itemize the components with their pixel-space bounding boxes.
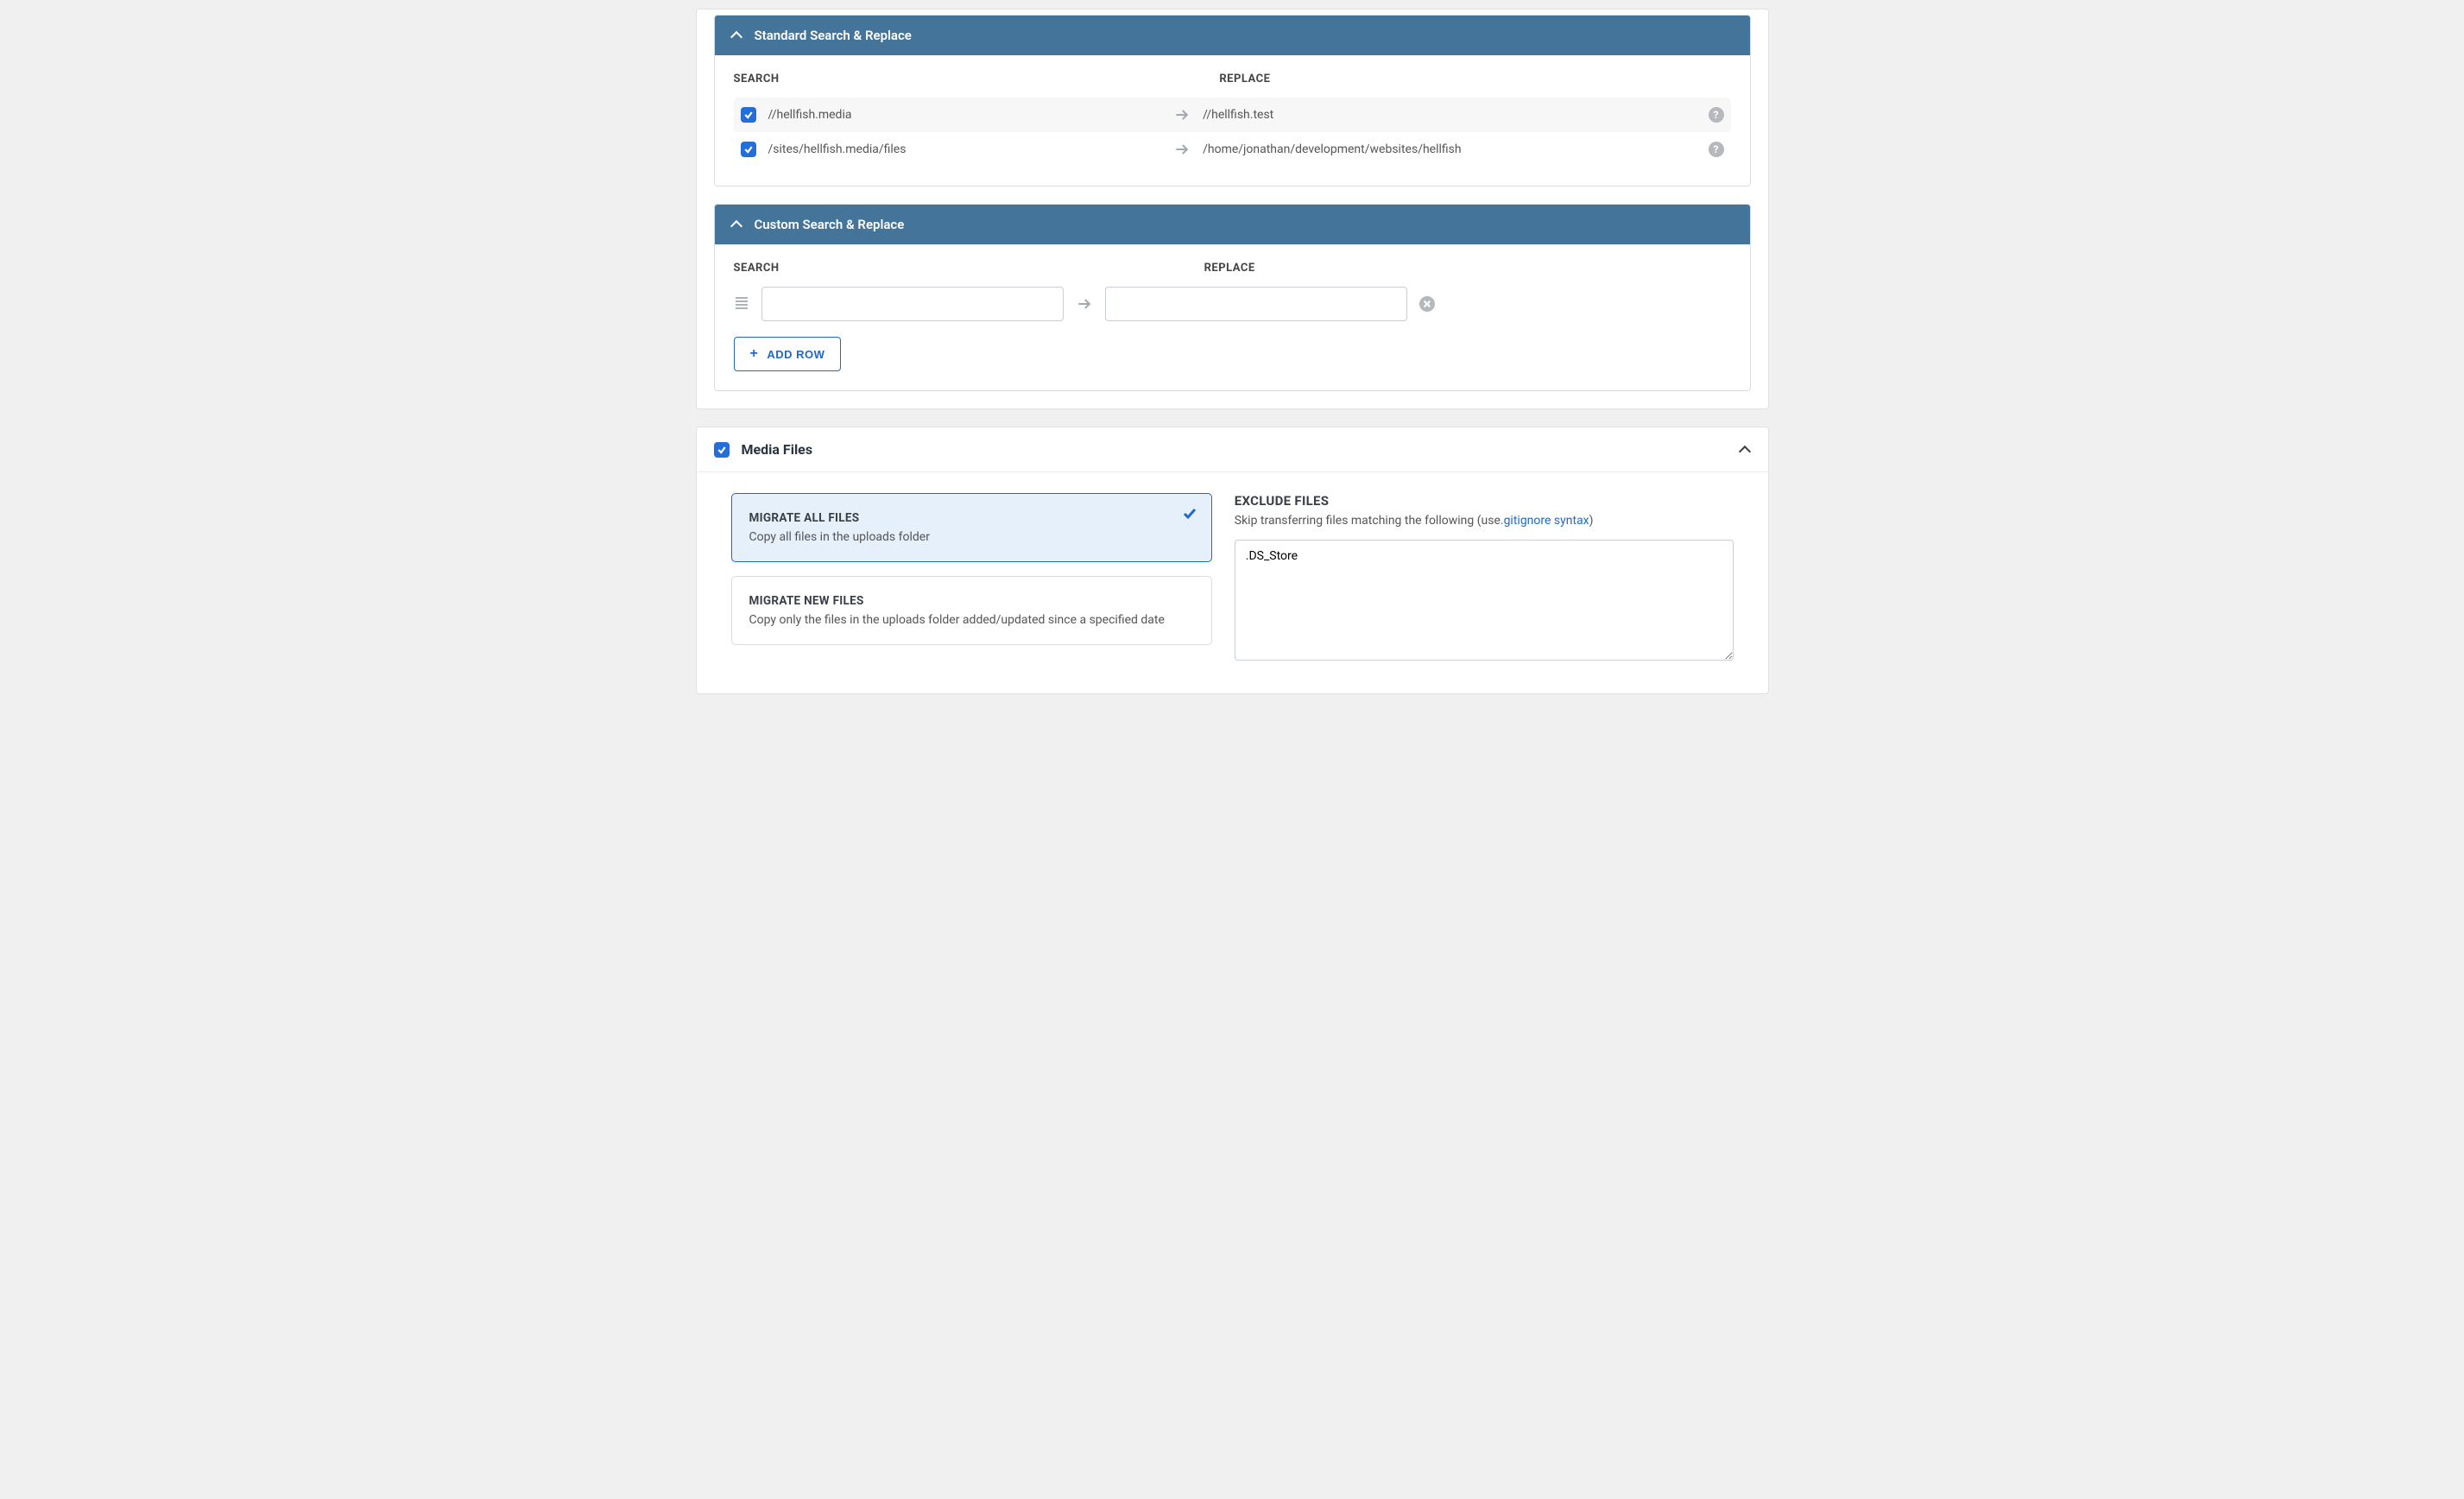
remove-row-icon[interactable] — [1419, 296, 1435, 312]
chevron-up-icon — [1739, 444, 1751, 456]
custom-search-input[interactable] — [761, 287, 1064, 321]
media-files-body: MIGRATE ALL FILES Copy all files in the … — [697, 471, 1768, 693]
replace-value: /home/jonathan/development/websites/hell… — [1203, 142, 1696, 156]
arrow-right-icon — [1076, 295, 1093, 313]
standard-search-replace-panel: Standard Search & Replace SEARCH REPLACE… — [714, 15, 1751, 187]
arrow-right-icon — [1173, 106, 1191, 123]
exclude-files-input[interactable] — [1235, 540, 1734, 661]
custom-replace-input[interactable] — [1105, 287, 1407, 321]
chevron-up-icon — [730, 218, 742, 231]
chevron-up-icon — [730, 29, 742, 41]
table-row: /sites/hellfish.media/files /home/jonath… — [734, 132, 1731, 167]
custom-panel-header[interactable]: Custom Search & Replace — [715, 205, 1750, 244]
media-files-section: Media Files MIGRATE ALL FILES Copy all f… — [696, 427, 1769, 694]
custom-panel-body: SEARCH REPLACE + ADD ROW — [715, 244, 1750, 390]
standard-panel-body: SEARCH REPLACE //hellfish.media //hellfi… — [715, 55, 1750, 186]
option-desc: Copy all files in the uploads folder — [749, 530, 1194, 544]
check-icon — [1182, 506, 1197, 525]
option-title: MIGRATE NEW FILES — [749, 594, 1194, 608]
search-column-header: SEARCH — [734, 73, 1203, 85]
option-desc: Copy only the files in the uploads folde… — [749, 613, 1194, 627]
table-row: //hellfish.media //hellfish.test ? — [734, 98, 1731, 132]
standard-panel-header[interactable]: Standard Search & Replace — [715, 16, 1750, 55]
replace-column-header: REPLACE — [1219, 73, 1270, 85]
help-icon[interactable]: ? — [1709, 107, 1724, 123]
exclude-subtitle: Skip transferring files matching the fol… — [1235, 514, 1734, 528]
add-row-label: ADD ROW — [767, 348, 824, 361]
exclude-title: EXCLUDE FILES — [1235, 493, 1734, 509]
row-checkbox[interactable] — [741, 142, 756, 157]
search-replace-card: Standard Search & Replace SEARCH REPLACE… — [696, 9, 1769, 409]
exclude-files-column: EXCLUDE FILES Skip transferring files ma… — [1235, 493, 1734, 664]
custom-panel-title: Custom Search & Replace — [755, 217, 905, 232]
migrate-new-option[interactable]: MIGRATE NEW FILES Copy only the files in… — [731, 576, 1212, 645]
media-files-header[interactable]: Media Files — [697, 427, 1768, 471]
custom-row — [734, 287, 1731, 321]
search-value: //hellfish.media — [768, 108, 1162, 122]
standard-panel-title: Standard Search & Replace — [755, 28, 912, 43]
gitignore-syntax-link[interactable]: .gitignore syntax — [1501, 514, 1589, 528]
row-checkbox[interactable] — [741, 107, 756, 123]
drag-handle-icon[interactable] — [734, 294, 749, 313]
replace-value: //hellfish.test — [1203, 108, 1696, 122]
search-column-header: SEARCH — [734, 262, 1153, 275]
migrate-all-option[interactable]: MIGRATE ALL FILES Copy all files in the … — [731, 493, 1212, 562]
custom-search-replace-panel: Custom Search & Replace SEARCH REPLACE — [714, 204, 1751, 391]
help-icon[interactable]: ? — [1709, 142, 1724, 157]
media-files-checkbox[interactable] — [714, 442, 730, 458]
media-files-title: Media Files — [742, 441, 1727, 458]
migrate-options: MIGRATE ALL FILES Copy all files in the … — [731, 493, 1212, 664]
plus-icon: + — [750, 346, 759, 362]
search-value: /sites/hellfish.media/files — [768, 142, 1162, 156]
replace-column-header: REPLACE — [1204, 262, 1255, 275]
add-row-button[interactable]: + ADD ROW — [734, 337, 842, 371]
option-title: MIGRATE ALL FILES — [749, 511, 1194, 525]
arrow-right-icon — [1173, 141, 1191, 158]
